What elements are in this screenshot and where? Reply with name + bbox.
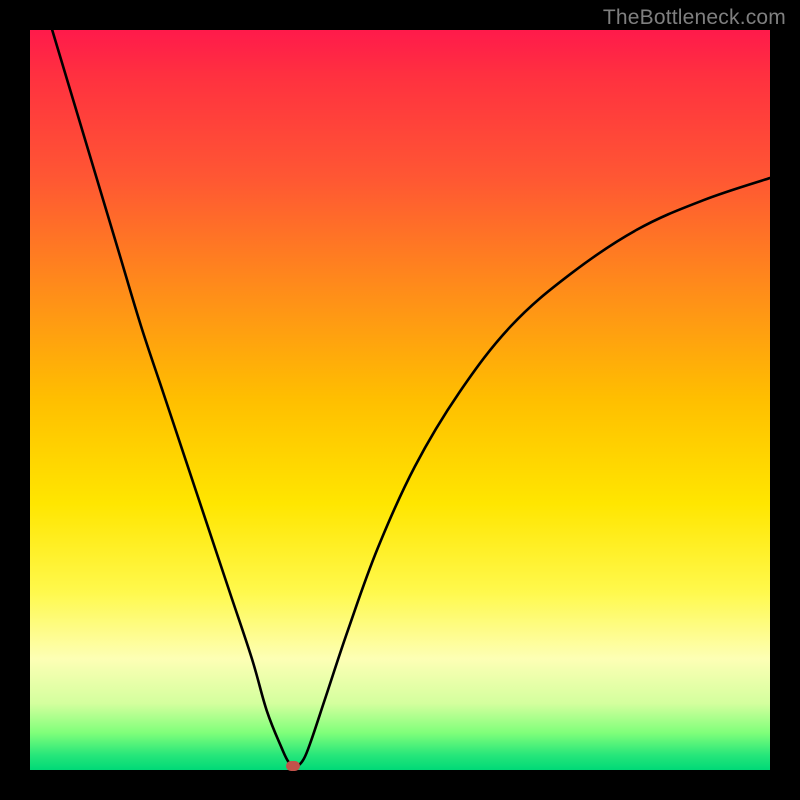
watermark-text: TheBottleneck.com bbox=[603, 6, 786, 30]
plot-area bbox=[30, 30, 770, 770]
chart-frame: TheBottleneck.com bbox=[0, 0, 800, 800]
bottleneck-curve bbox=[30, 30, 770, 770]
optimum-marker bbox=[286, 761, 300, 771]
